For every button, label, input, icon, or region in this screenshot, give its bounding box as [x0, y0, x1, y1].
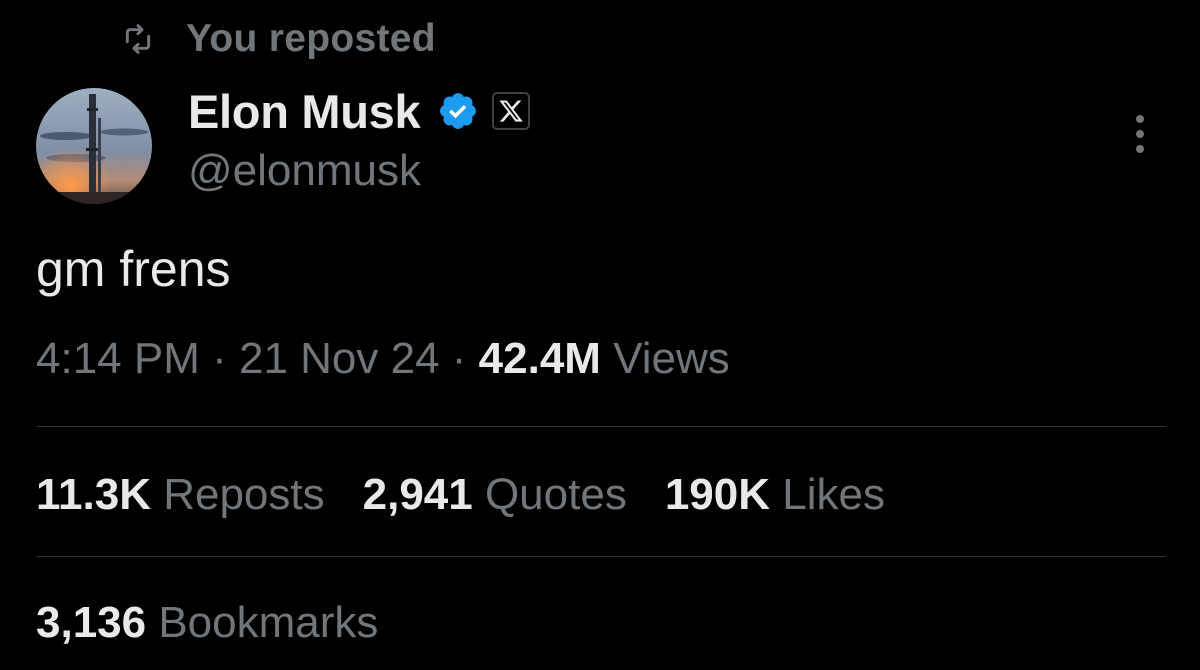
reposts-count: 11.3K [36, 470, 151, 519]
author-handle[interactable]: @elonmusk [188, 146, 421, 196]
likes-count: 190K [664, 470, 771, 519]
engagement-stats: 11.3K Reposts 2,941 Quotes 190K Likes [36, 470, 923, 520]
x-logo-icon[interactable] [492, 92, 531, 130]
author-name-row[interactable]: Elon Musk [188, 80, 531, 142]
quotes-stat[interactable]: 2,941 Quotes [363, 470, 627, 520]
verified-badge-icon[interactable] [436, 89, 480, 133]
repost-icon [118, 19, 158, 59]
social-context-label: You reposted [186, 17, 436, 60]
tweet-time[interactable]: 4:14 PM [36, 334, 200, 384]
likes-stat[interactable]: 190K Likes [665, 470, 885, 520]
tweet-meta: 4:14 PM · 21 Nov 24 · 42.4M Views [36, 334, 730, 384]
social-context[interactable]: You reposted [118, 14, 436, 64]
quotes-count: 2,941 [362, 470, 473, 519]
avatar[interactable] [36, 88, 152, 204]
bookmarks-label: Bookmarks [146, 598, 379, 647]
bookmarks-stat[interactable]: 3,136 Bookmarks [36, 598, 378, 648]
divider [36, 426, 1166, 427]
views-label[interactable]: Views [601, 334, 730, 384]
more-options-icon[interactable] [1118, 104, 1162, 164]
divider [36, 556, 1166, 557]
meta-separator: · [199, 334, 239, 383]
tweet-text: gm frens [36, 241, 231, 297]
views-count[interactable]: 42.4M [479, 334, 601, 384]
tweet-date[interactable]: 21 Nov 24 [239, 334, 440, 384]
meta-separator: · [439, 334, 479, 383]
reposts-stat[interactable]: 11.3K Reposts [36, 470, 325, 520]
bookmarks-count: 3,136 [36, 598, 147, 647]
likes-label: Likes [770, 470, 885, 519]
quotes-label: Quotes [472, 470, 627, 519]
author-display-name[interactable]: Elon Musk [188, 84, 421, 139]
reposts-label: Reposts [150, 470, 325, 519]
